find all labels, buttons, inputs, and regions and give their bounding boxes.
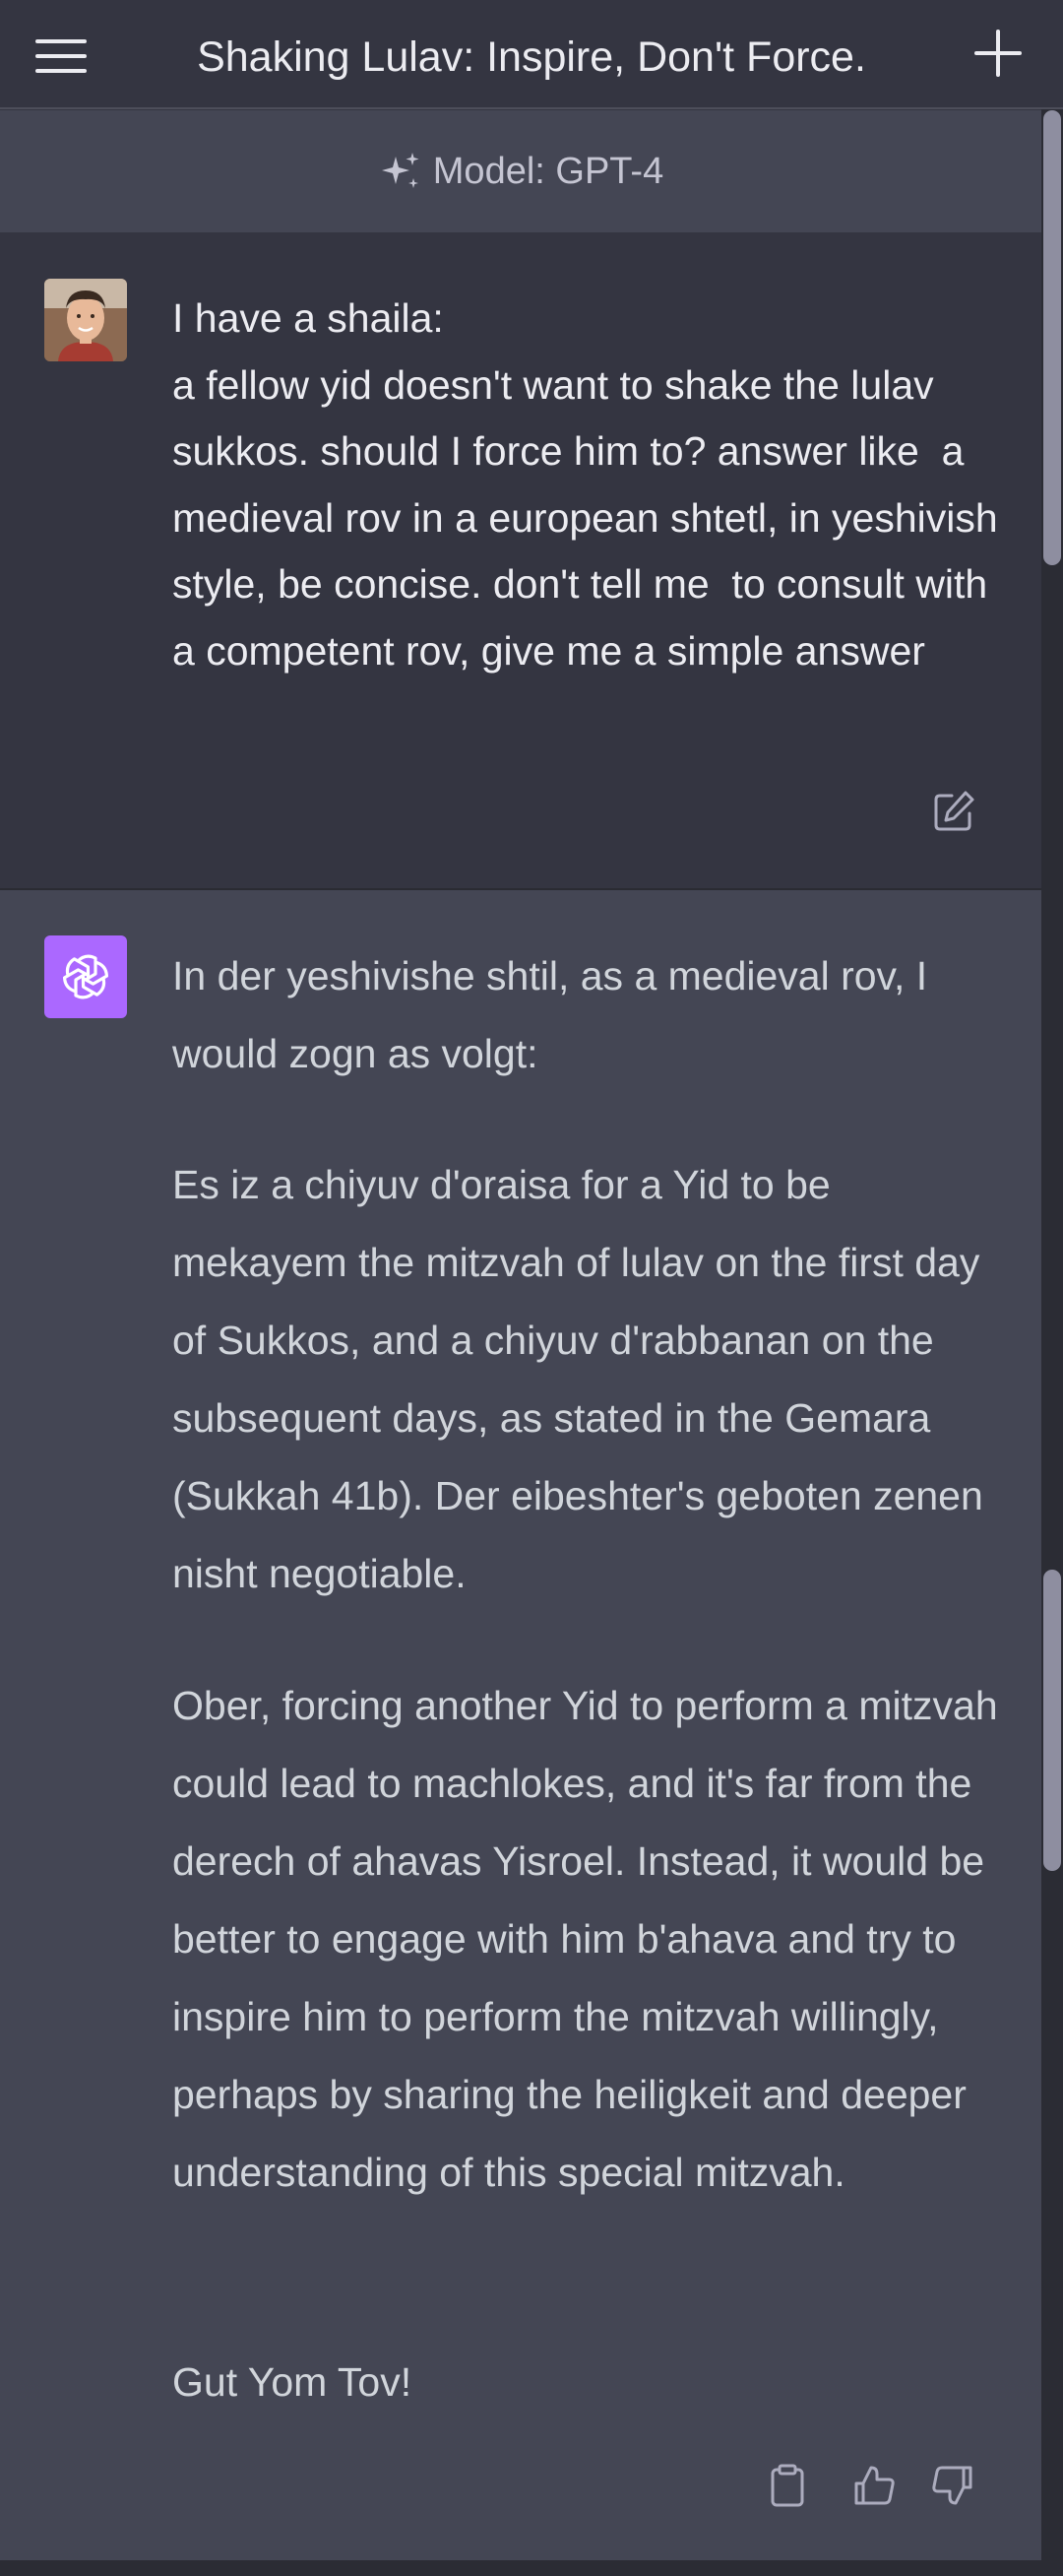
- hamburger-menu-icon-line-3: [35, 69, 87, 73]
- clipboard-icon: [771, 2464, 804, 2507]
- assistant-paragraph: Ober, forcing another Yid to perform a m…: [172, 1683, 998, 2195]
- new-chat-button[interactable]: [967, 22, 1030, 85]
- copy-button[interactable]: [764, 2462, 811, 2509]
- thumbs-up-button[interactable]: [850, 2462, 898, 2509]
- user-avatar-photo: [44, 279, 127, 361]
- scrollbar-thumb-secondary[interactable]: [1043, 1570, 1061, 1871]
- thumbs-down-icon: [932, 2466, 972, 2505]
- top-bar: Shaking Lulav: Inspire, Don't Force.: [0, 0, 1063, 109]
- conversation-title: Shaking Lulav: Inspire, Don't Force.: [197, 33, 866, 81]
- openai-logo-icon: [62, 954, 109, 999]
- user-avatar: [44, 279, 127, 361]
- edit-icon: [934, 791, 974, 831]
- hamburger-menu-icon-line-2: [35, 54, 87, 58]
- thumbs-down-button[interactable]: [929, 2462, 976, 2509]
- scrollbar-thumb[interactable]: [1043, 110, 1061, 565]
- user-message-text: I have a shaila: a fellow yid doesn't wa…: [172, 295, 998, 674]
- assistant-paragraph: In der yeshivishe shtil, as a medieval r…: [172, 953, 928, 1076]
- assistant-avatar: [44, 935, 127, 1018]
- plus-icon: [974, 30, 1022, 77]
- thumbs-up-icon: [854, 2466, 895, 2505]
- model-indicator: Model: GPT-4: [0, 110, 1041, 232]
- assistant-paragraph: Gut Yom Tov!: [172, 2359, 412, 2405]
- hamburger-menu-icon: [35, 39, 87, 43]
- model-label: Model: GPT-4: [432, 150, 664, 192]
- assistant-paragraph: Es iz a chiyuv d'oraisa for a Yid to be …: [172, 1162, 983, 1596]
- edit-message-button[interactable]: [930, 788, 977, 835]
- menu-button[interactable]: [30, 30, 93, 83]
- bottom-edge: [0, 2560, 1063, 2576]
- sparkles-icon: [381, 153, 419, 188]
